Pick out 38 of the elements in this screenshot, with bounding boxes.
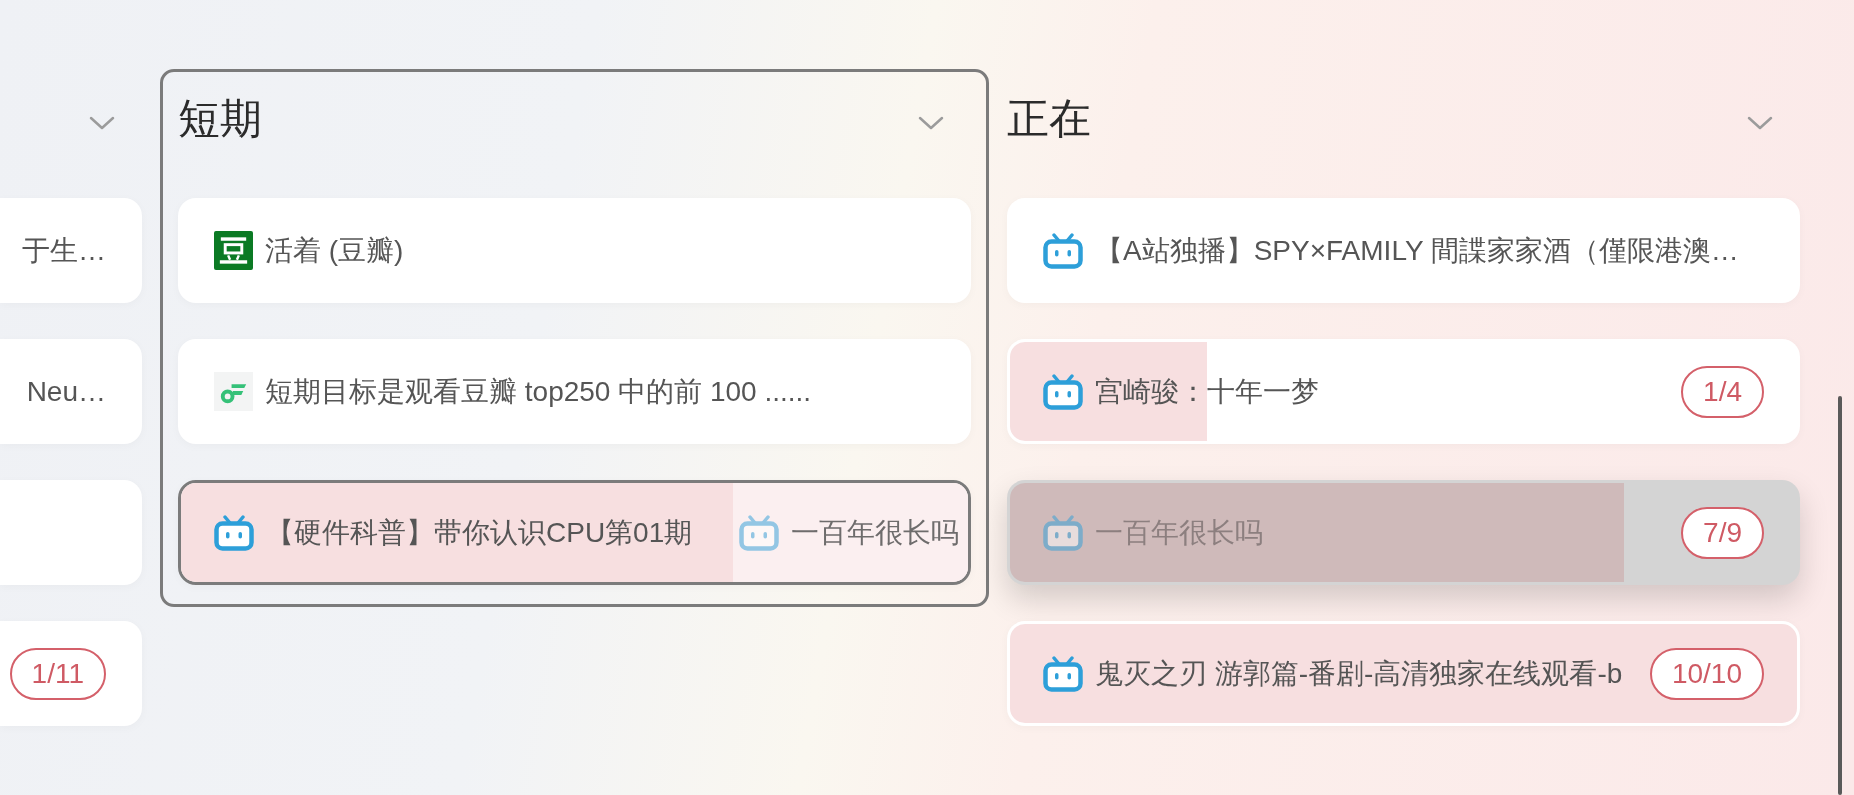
card-title: Neu…	[26, 374, 106, 409]
tv-icon	[1043, 232, 1083, 269]
card-title: 短期目标是观看豆瓣 top250 中的前 100 ......	[265, 374, 812, 409]
drag-preview-card[interactable]: 一百年很长吗	[733, 483, 968, 582]
card-title: 【A站独播】SPY×FAMILY 間諜家家酒（僅限港澳…	[1095, 233, 1739, 268]
tv-icon	[1043, 514, 1083, 551]
progress-badge: 1/11	[9, 647, 106, 700]
card-title: 鬼灭之刃 游郭篇-番剧-高清独家在线观看-b	[1095, 656, 1623, 691]
task-card[interactable]: 1/11	[0, 621, 142, 726]
task-card[interactable]: 【A站独播】SPY×FAMILY 間諜家家酒（僅限港澳…	[1007, 198, 1800, 303]
task-card[interactable]: 活着 (豆瓣)	[178, 198, 971, 303]
tv-icon	[214, 514, 254, 551]
task-card[interactable]: 宫崎骏：十年一梦 1/4	[1007, 339, 1800, 444]
column-title: 正在	[1007, 94, 1091, 144]
card-title: 一百年很长吗	[1095, 515, 1263, 550]
chevron-down-icon[interactable]	[1746, 115, 1774, 131]
task-card[interactable]: 于生…	[0, 198, 142, 303]
card-title: 宫崎骏：十年一梦	[1095, 374, 1319, 409]
card-title: 活着 (豆瓣)	[265, 233, 404, 268]
task-card[interactable]: 【硬件科普】带你认识CPU第01期 一百年很长吗	[178, 480, 971, 585]
task-card[interactable]: 短期目标是观看豆瓣 top250 中的前 100 ......	[178, 339, 971, 444]
card-title: 【硬件科普】带你认识CPU第01期	[266, 515, 693, 550]
tv-icon	[739, 514, 779, 551]
ring-icon	[214, 372, 253, 411]
progress-badge: 1/4	[1681, 365, 1764, 418]
task-card[interactable]: 鬼灭之刃 游郭篇-番剧-高清独家在线观看-b 10/10	[1007, 621, 1800, 726]
chevron-down-icon[interactable]	[88, 115, 116, 131]
tv-icon	[1043, 373, 1083, 410]
scrollbar-thumb[interactable]	[1838, 396, 1842, 795]
drag-preview-title: 一百年很长吗	[791, 515, 959, 550]
tv-icon	[1043, 655, 1083, 692]
column-title: 短期	[178, 94, 262, 144]
task-card[interactable]: Neu…	[0, 339, 142, 444]
task-card[interactable]: 一百年很长吗 7/9	[1007, 480, 1800, 585]
tile-icon	[214, 231, 253, 270]
card-title: 于生…	[22, 233, 106, 268]
progress-badge: 7/9	[1681, 506, 1764, 559]
chevron-down-icon[interactable]	[917, 115, 945, 131]
